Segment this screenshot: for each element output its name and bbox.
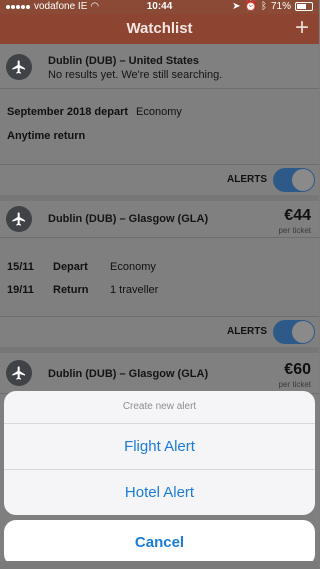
alerts-label: ALERTS	[227, 174, 267, 185]
per-ticket-label: per ticket	[278, 380, 311, 389]
alerts-toggle[interactable]	[273, 168, 315, 192]
return-line: Anytime return	[7, 130, 86, 142]
card-status: No results yet. We're still searching.	[48, 69, 223, 81]
card-route: Dublin (DUB) – Glasgow (GLA)	[48, 368, 209, 380]
per-ticket-label: per ticket	[278, 226, 311, 235]
action-sheet-title: Create new alert	[4, 391, 315, 424]
cancel-button[interactable]: Cancel	[4, 520, 315, 566]
depart-month: September 2018 depart	[7, 106, 129, 118]
nav-bar: Watchlist +	[0, 14, 319, 44]
watch-card-header[interactable]: Dublin (DUB) – United States No results …	[0, 44, 319, 89]
location-icon: ➤	[232, 1, 241, 12]
card-route: Dublin (DUB) – United States	[48, 55, 199, 67]
battery-icon	[295, 2, 313, 11]
watch-card-header[interactable]: Dublin (DUB) – Glasgow (GLA) €60 per tic…	[0, 353, 319, 394]
return-date: 19/11	[7, 284, 34, 296]
alerts-toggle[interactable]	[273, 320, 315, 344]
flight-alert-button[interactable]: Flight Alert	[4, 424, 315, 470]
cabin-class: Economy	[136, 106, 182, 118]
depart-date: 15/11	[7, 261, 34, 273]
battery-percent: 71%	[270, 1, 291, 12]
alerts-row: ALERTS	[0, 316, 319, 348]
status-bar: vodafone IE ◠ 10:44 ➤ ⏰ ᛒ 71%	[0, 0, 319, 14]
card-route: Dublin (DUB) – Glasgow (GLA)	[48, 213, 209, 225]
toggle-knob	[292, 321, 314, 343]
plane-icon	[6, 360, 32, 386]
tab-bar	[0, 561, 319, 569]
page-title: Watchlist	[126, 20, 193, 37]
alerts-row: ALERTS	[0, 164, 319, 196]
alarm-icon: ⏰	[244, 1, 257, 12]
alerts-label: ALERTS	[227, 326, 267, 337]
toggle-knob	[292, 169, 314, 191]
card-price: €60	[284, 361, 311, 378]
cabin-class: Economy	[110, 261, 156, 273]
depart-label: Depart	[53, 261, 88, 273]
card-price: €44	[284, 207, 311, 224]
status-right: ➤ ⏰ ᛒ 71%	[232, 1, 313, 12]
bluetooth-icon: ᛒ	[260, 1, 267, 12]
watch-card-header[interactable]: Dublin (DUB) – Glasgow (GLA) €44 per tic…	[0, 201, 319, 238]
plus-icon[interactable]: +	[295, 14, 309, 42]
plane-icon	[6, 206, 32, 232]
return-label: Return	[53, 284, 89, 296]
traveller-count: 1 traveller	[110, 284, 159, 296]
hotel-alert-button[interactable]: Hotel Alert	[4, 470, 315, 515]
plane-icon	[6, 54, 32, 80]
action-sheet: Create new alert Flight Alert Hotel Aler…	[4, 391, 315, 515]
